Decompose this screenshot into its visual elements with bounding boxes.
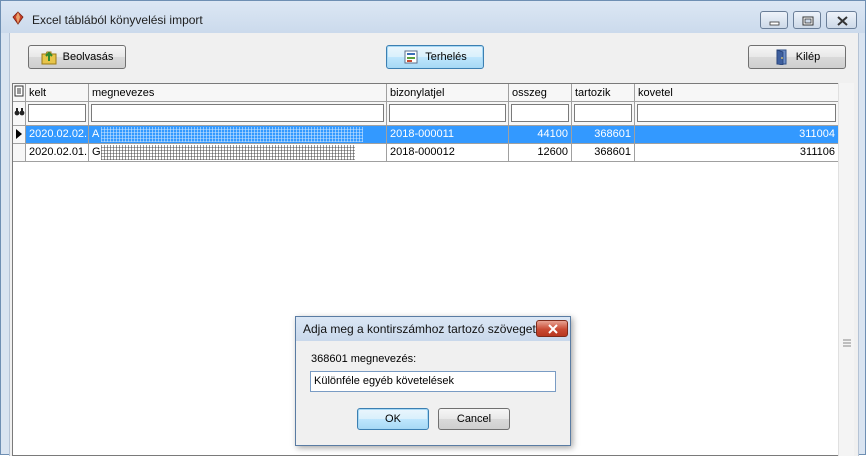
cell-tartozik[interactable]: 368601 [572, 126, 635, 144]
app-icon [12, 11, 24, 25]
redacted-text [101, 127, 363, 142]
close-button[interactable] [826, 11, 857, 29]
cell-kelt[interactable]: 2020.02.01. [26, 144, 89, 162]
col-header-osszeg[interactable]: osszeg [509, 84, 572, 102]
import-folder-icon [41, 51, 57, 65]
filter-row [13, 102, 839, 126]
cell-bizonylatjel[interactable]: 2018-000011 [387, 126, 509, 144]
col-header-kelt[interactable]: kelt [26, 84, 89, 102]
dialog-title-bar[interactable]: Adja meg a kontirszámhoz tartozó szövege… [296, 317, 570, 341]
maximize-button[interactable] [793, 11, 821, 29]
cancel-button[interactable]: Cancel [438, 408, 510, 430]
cell-osszeg[interactable]: 12600 [509, 144, 572, 162]
ok-button[interactable]: OK [357, 408, 429, 430]
col-header-tartozik[interactable]: tartozik [572, 84, 635, 102]
col-header-bizonylatjel[interactable]: bizonylatjel [387, 84, 509, 102]
cell-tartozik[interactable]: 368601 [572, 144, 635, 162]
restore-icon [802, 16, 814, 26]
scroll-grip-icon [843, 339, 851, 347]
cell-megnevezes-text: A [92, 128, 100, 140]
minimize-button[interactable] [760, 11, 788, 29]
minimize-icon [769, 21, 780, 26]
redacted-text [101, 145, 355, 160]
cell-megnevezes[interactable]: G [89, 144, 387, 162]
filter-kelt-input[interactable] [28, 104, 86, 122]
dialog-close-button[interactable] [536, 320, 568, 337]
terheles-label: Terhelés [425, 51, 467, 63]
window-title: Excel táblából könyvelési import [32, 13, 203, 27]
dialog-label: 368601 megnevezés: [311, 353, 417, 365]
row-indicator [13, 144, 26, 162]
cell-kovetel[interactable]: 311106 [635, 144, 839, 162]
cell-bizonylatjel[interactable]: 2018-000012 [387, 144, 509, 162]
vertical-scrollbar[interactable] [838, 83, 854, 456]
filter-megnevezes-input[interactable] [91, 104, 384, 122]
beolvasas-button[interactable]: Beolvasás [28, 45, 126, 69]
filter-osszeg-input[interactable] [511, 104, 569, 122]
grid-options-icon[interactable] [13, 84, 26, 102]
filter-bizonylatjel-input[interactable] [389, 104, 506, 122]
table-row[interactable]: 2020.02.02. A 2018-000011 44100 368601 3… [13, 126, 839, 144]
close-icon [548, 324, 558, 334]
description-dialog: Adja meg a kontirszámhoz tartozó szövege… [295, 316, 571, 446]
current-row-icon [13, 126, 26, 144]
col-header-kovetel[interactable]: kovetel [635, 84, 839, 102]
filter-kovetel-input[interactable] [637, 104, 836, 122]
exit-door-icon [776, 49, 787, 65]
beolvasas-label: Beolvasás [62, 51, 114, 63]
kilep-label: Kilép [795, 51, 821, 63]
kilep-button[interactable]: Kilép [748, 45, 846, 69]
cell-megnevezes-text: G [92, 146, 101, 158]
filter-tartozik-input[interactable] [574, 104, 632, 122]
cell-kovetel[interactable]: 311004 [635, 126, 839, 144]
cell-megnevezes[interactable]: A [89, 126, 387, 144]
cell-osszeg[interactable]: 44100 [509, 126, 572, 144]
col-header-megnevezes[interactable]: megnevezes [89, 84, 387, 102]
post-ledger-icon [404, 50, 418, 64]
description-input[interactable]: Különféle egyéb követelések [310, 371, 556, 392]
title-bar[interactable]: Excel táblából könyvelési import [1, 1, 865, 33]
close-icon [837, 16, 848, 26]
table-row[interactable]: 2020.02.01. G 2018-000012 12600 368601 3… [13, 144, 839, 162]
grid-header: kelt megnevezes bizonylatjel osszeg tart… [13, 84, 839, 102]
dialog-title: Adja meg a kontirszámhoz tartozó szövege… [303, 322, 536, 336]
binoculars-icon [13, 102, 26, 126]
cell-kelt[interactable]: 2020.02.02. [26, 126, 89, 144]
terheles-button[interactable]: Terhelés [386, 45, 484, 69]
